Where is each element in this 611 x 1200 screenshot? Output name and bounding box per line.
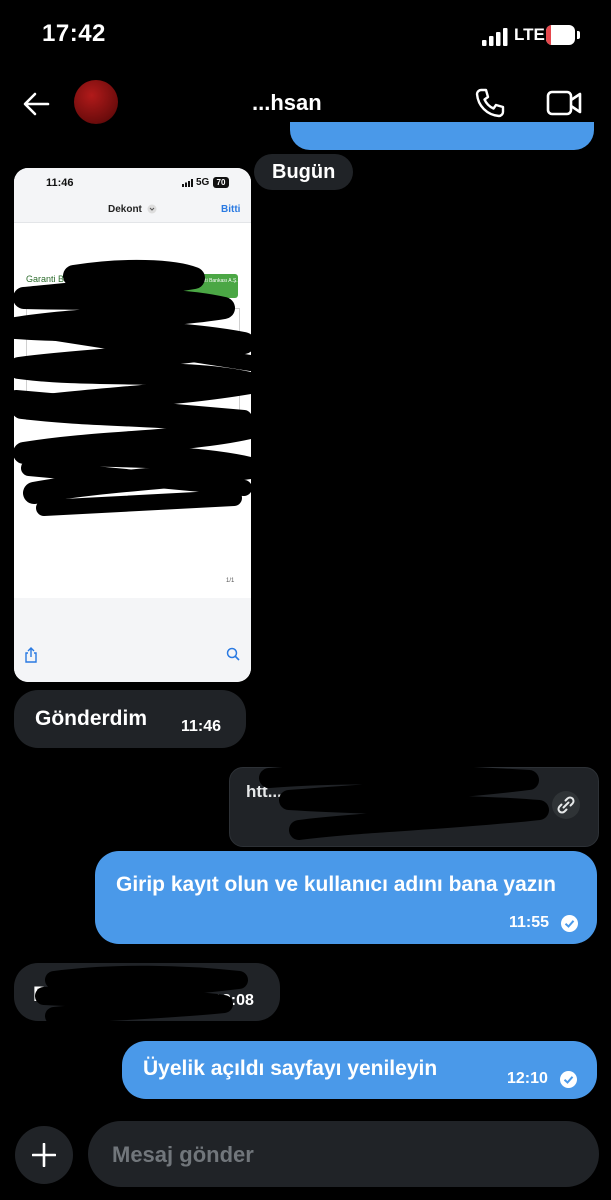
redaction-scribble	[259, 764, 549, 840]
message-text: Üyelik açıldı sayfayı yenileyin	[143, 1057, 438, 1080]
day-divider: Bugün	[254, 154, 354, 190]
redaction-scribble	[35, 965, 248, 1024]
contact-name[interactable]: ...hsan	[252, 90, 322, 116]
read-check-icon	[560, 1071, 577, 1088]
message-text: Girip kayıt olun ve kullanıcı adını bana…	[116, 873, 556, 896]
message-bubble-outgoing[interactable]: Üyelik açıldı sayfayı yenileyin 12:10	[122, 1041, 597, 1099]
message-input-placeholder: Mesaj gönder	[112, 1142, 254, 1167]
plus-icon	[32, 1143, 56, 1167]
arrow-left-icon[interactable]	[22, 90, 50, 118]
message-bubble-outgoing[interactable]: Girip kayıt olun ve kullanıcı adını bana…	[95, 851, 597, 944]
read-check-icon	[561, 915, 578, 932]
previous-message-bubble[interactable]	[290, 122, 594, 150]
add-attachment-button[interactable]	[15, 1126, 73, 1184]
redaction-scribble	[14, 259, 251, 516]
phone-icon[interactable]	[474, 87, 506, 119]
message-time: 12:10	[507, 1070, 548, 1087]
battery-level: 18	[552, 26, 569, 43]
network-type: LTE	[514, 25, 545, 44]
video-camera-icon[interactable]	[546, 88, 582, 118]
message-text: Gönderdim	[35, 707, 148, 730]
signal-icon	[482, 28, 508, 46]
message-time: 11:55	[509, 914, 550, 931]
avatar[interactable]	[74, 80, 118, 124]
image-attachment[interactable]: 11:46 5G 70 Dekont Bitti Garanti BBVA T.…	[14, 168, 251, 682]
message-time: 11:46	[181, 718, 222, 735]
status-time: 17:42	[42, 20, 106, 47]
battery-icon: 18	[546, 25, 580, 47]
link-icon[interactable]	[551, 790, 581, 820]
message-bubble-incoming[interactable]: Gönderdim 11:46	[14, 690, 246, 748]
redaction	[118, 86, 254, 120]
message-input[interactable]: Mesaj gönder	[88, 1121, 599, 1187]
